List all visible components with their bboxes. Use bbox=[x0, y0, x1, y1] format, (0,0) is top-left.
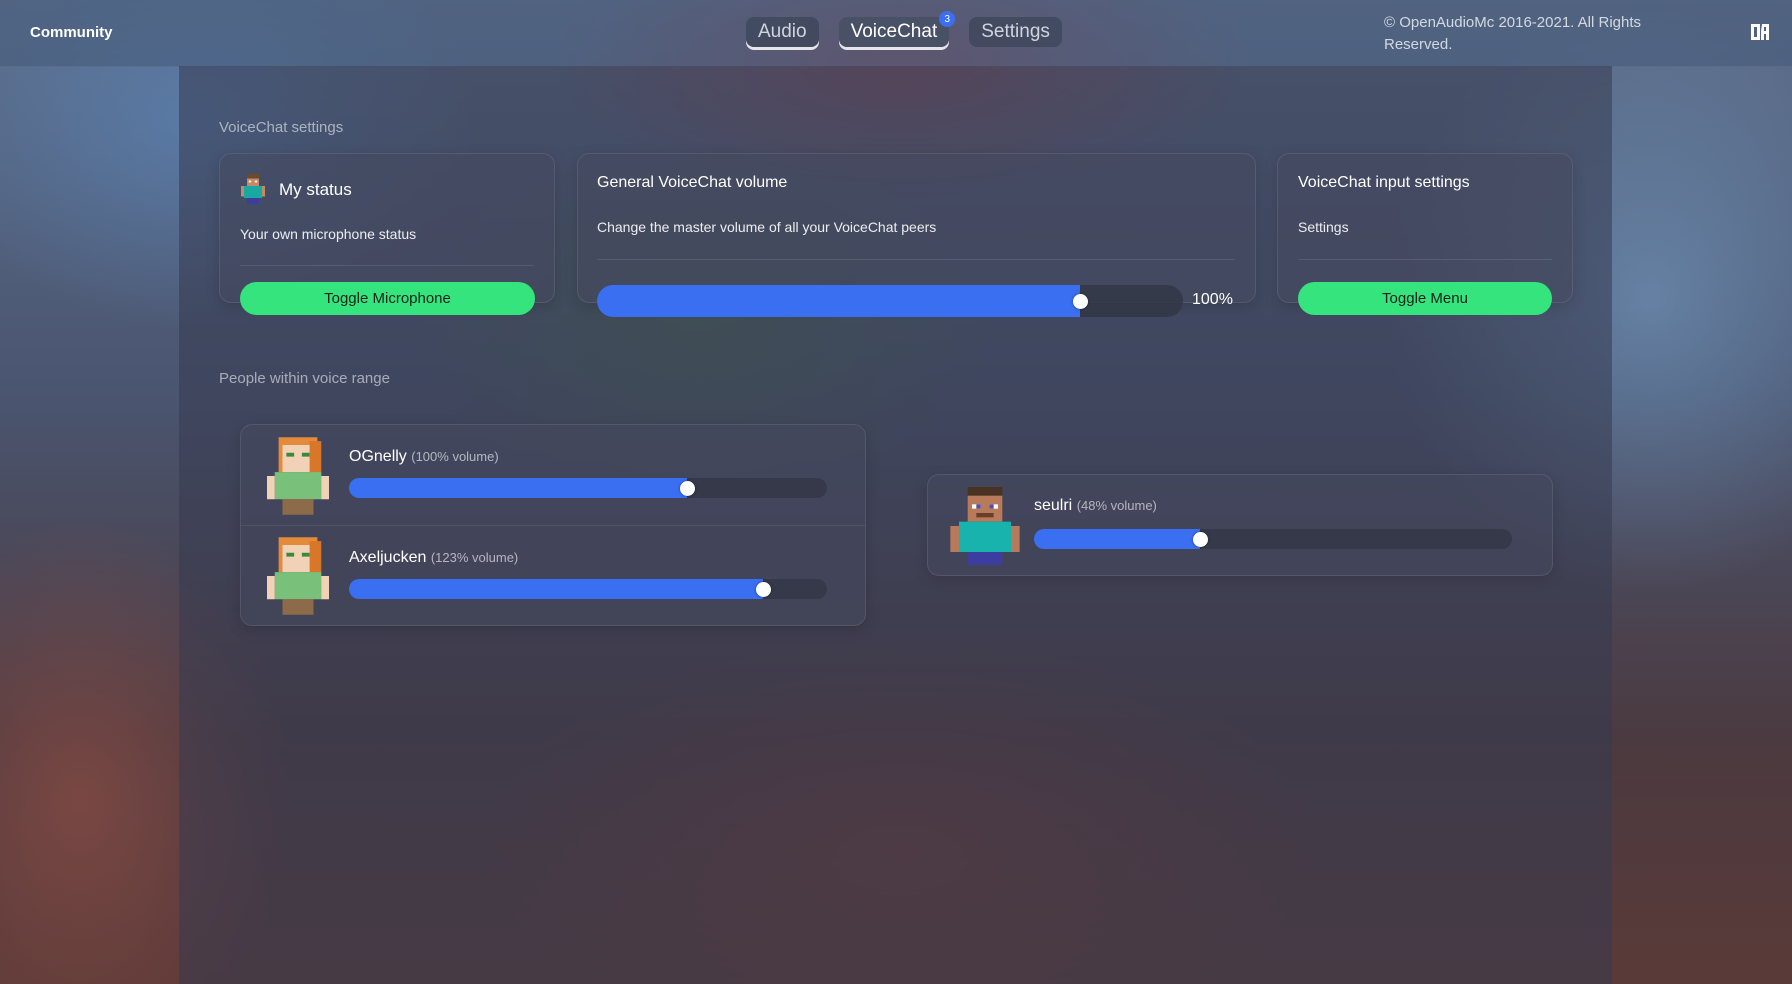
brand-label[interactable]: Community bbox=[30, 24, 113, 41]
slider-fill bbox=[349, 579, 763, 599]
slider-knob[interactable] bbox=[755, 581, 771, 597]
peer-group-card: OGnelly (100% volume) Axeljucken (123% v… bbox=[240, 424, 866, 626]
divider bbox=[597, 259, 1235, 260]
voicechat-settings-heading: VoiceChat settings bbox=[219, 119, 344, 136]
tab-settings[interactable]: Settings bbox=[969, 17, 1062, 47]
peer-row: OGnelly (100% volume) bbox=[241, 425, 865, 526]
main-panel: VoiceChat settings My status Your own mi… bbox=[179, 66, 1612, 984]
peer-group-card: seulri (48% volume) bbox=[927, 474, 1553, 576]
input-settings-title: VoiceChat input settings bbox=[1298, 174, 1470, 191]
peer-name-text: OGnelly bbox=[349, 448, 407, 465]
peer-avatar-icon bbox=[267, 437, 329, 515]
my-status-card: My status Your own microphone status Tog… bbox=[219, 153, 555, 315]
peer-name: seulri (48% volume) bbox=[1034, 497, 1157, 515]
peer-name-text: Axeljucken bbox=[349, 549, 427, 566]
top-bar: Community Audio VoiceChat 3 Settings © O… bbox=[0, 0, 1792, 67]
peer-volume-slider[interactable] bbox=[349, 478, 827, 498]
my-status-description: Your own microphone status bbox=[240, 226, 417, 242]
input-settings-card: VoiceChat input settings Settings Toggle… bbox=[1277, 153, 1573, 315]
general-volume-description: Change the master volume of all your Voi… bbox=[597, 219, 937, 235]
slider-fill bbox=[597, 285, 1080, 317]
player-avatar-icon bbox=[241, 174, 265, 204]
slider-fill bbox=[349, 478, 687, 498]
peer-row: Axeljucken (123% volume) bbox=[241, 525, 865, 625]
peer-volume-label: (48% volume) bbox=[1076, 498, 1157, 513]
tab-voicechat-label: VoiceChat bbox=[850, 21, 938, 42]
my-status-title: My status bbox=[279, 180, 352, 199]
slider-knob[interactable] bbox=[679, 480, 695, 496]
general-volume-card: General VoiceChat volume Change the mast… bbox=[577, 153, 1256, 317]
people-in-range-heading: People within voice range bbox=[219, 370, 390, 387]
divider bbox=[1298, 259, 1552, 260]
tab-audio-label: Audio bbox=[758, 21, 807, 42]
input-settings-description: Settings bbox=[1298, 219, 1349, 235]
slider-knob[interactable] bbox=[1072, 293, 1088, 309]
peer-name-text: seulri bbox=[1034, 497, 1073, 514]
general-volume-value: 100% bbox=[1192, 291, 1233, 308]
slider-fill bbox=[1034, 529, 1200, 549]
toggle-microphone-button[interactable]: Toggle Microphone bbox=[240, 282, 535, 315]
tab-audio[interactable]: Audio bbox=[746, 17, 819, 47]
openaudiomc-logo-icon bbox=[1751, 24, 1769, 40]
tab-voicechat[interactable]: VoiceChat 3 bbox=[838, 11, 956, 47]
tab-bar: Audio VoiceChat 3 Settings bbox=[746, 11, 1062, 47]
peer-volume-slider[interactable] bbox=[1034, 529, 1512, 549]
peer-volume-label: (123% volume) bbox=[430, 550, 519, 565]
tab-settings-label: Settings bbox=[981, 21, 1050, 42]
toggle-menu-button[interactable]: Toggle Menu bbox=[1298, 282, 1552, 315]
divider bbox=[240, 265, 534, 266]
peer-avatar-icon bbox=[950, 487, 1020, 565]
peer-volume-label: (100% volume) bbox=[411, 449, 499, 464]
peer-row: seulri (48% volume) bbox=[928, 475, 1552, 575]
peer-name: OGnelly (100% volume) bbox=[349, 448, 499, 466]
peer-name: Axeljucken (123% volume) bbox=[349, 549, 518, 567]
general-volume-slider[interactable] bbox=[597, 285, 1183, 317]
slider-knob[interactable] bbox=[1192, 531, 1208, 547]
general-volume-title: General VoiceChat volume bbox=[597, 174, 788, 191]
peer-avatar-icon bbox=[267, 537, 329, 615]
notification-badge: 3 bbox=[939, 11, 956, 27]
peer-volume-slider[interactable] bbox=[349, 579, 827, 599]
copyright-text: © OpenAudioMc 2016-2021. All Rights Rese… bbox=[1384, 14, 1642, 53]
